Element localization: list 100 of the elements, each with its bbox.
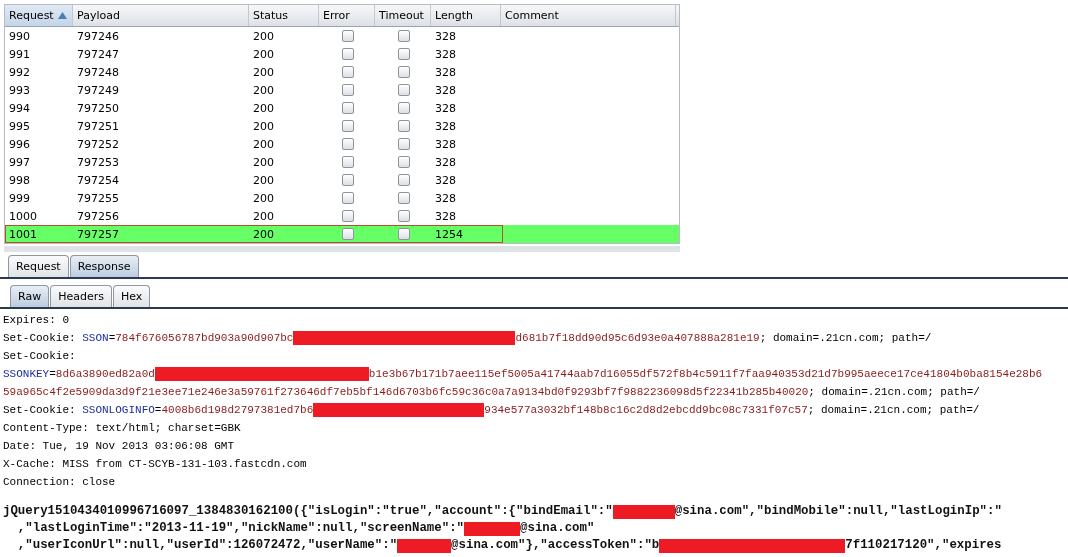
response-text: ; domain=.21cn.com; path=/ [759, 331, 932, 346]
table-row[interactable]: 994 797250 200 328 [5, 99, 679, 117]
table-cell: 994 [9, 101, 30, 115]
table-cell: 200 [253, 29, 274, 43]
table-cell: 200 [253, 155, 274, 169]
tab[interactable]: Request [8, 255, 69, 277]
table-row[interactable]: 990 797246 200 328 [5, 27, 679, 45]
column-header[interactable]: Request [5, 5, 73, 26]
cookie-value: d681b7f18dd90d95c6d93e0a407888a281e19 [515, 331, 760, 346]
table-row[interactable]: 991 797247 200 328 [5, 45, 679, 63]
checkbox[interactable] [342, 66, 354, 78]
table-cell: 328 [435, 209, 456, 223]
table-cell: 200 [253, 47, 274, 61]
table-cell: 1001 [9, 227, 37, 241]
tab[interactable]: Hex [112, 285, 151, 307]
table-row[interactable]: 993 797249 200 328 [5, 81, 679, 99]
cookie-value: 934e577a3032bf148b8c16c2d8d2ebcdd9bc08c7331f07c57 [484, 403, 808, 418]
redaction-bar [612, 504, 675, 519]
table-cell: 328 [435, 173, 456, 187]
tab[interactable]: Headers [50, 285, 112, 307]
response-body-text: ,"lastLoginTime":"2013-11-19","nickName":null,"screenName":" [16, 520, 464, 537]
table-cell: 797250 [77, 101, 119, 115]
sort-arrow-icon [58, 12, 67, 19]
table-cell: 797251 [77, 119, 119, 133]
tab[interactable]: Raw [10, 285, 50, 307]
response-text: ; domain=.21cn.com; path=/ [807, 403, 980, 418]
table-cell: 328 [435, 83, 456, 97]
table-cell: 993 [9, 83, 30, 97]
table-row[interactable]: 995 797251 200 328 [5, 117, 679, 135]
cookie-name: SSONKEY [3, 367, 50, 382]
table-cell: 1254 [435, 227, 463, 241]
column-header[interactable]: Timeout [375, 5, 431, 26]
checkbox[interactable] [342, 210, 354, 222]
table-row[interactable]: 997 797253 200 328 [5, 153, 679, 171]
table-cell: 991 [9, 47, 30, 61]
checkbox[interactable] [398, 192, 410, 204]
response-text: Set-Cookie: [3, 403, 77, 418]
table-cell: 328 [435, 191, 456, 205]
response-body-text: @sina.com","bindMobile":null,"lastLoginIp":" [674, 503, 1002, 520]
checkbox[interactable] [398, 174, 410, 186]
column-header[interactable]: Payload [73, 5, 249, 26]
table-cell: 328 [435, 101, 456, 115]
table-cell: 200 [253, 191, 274, 205]
checkbox[interactable] [398, 102, 410, 114]
cookie-value: 4008b6d198d2797381ed7b6 [161, 403, 314, 418]
response-text: Set-Cookie: [3, 331, 77, 346]
response-text: X-Cache: MISS from CT-SCYB-131-103.fastcdn.com [3, 457, 307, 472]
checkbox[interactable] [342, 138, 354, 150]
checkbox[interactable] [398, 120, 410, 132]
table-cell: 328 [435, 119, 456, 133]
checkbox[interactable] [342, 84, 354, 96]
response-body-text: @sina.com" [520, 520, 595, 537]
checkbox[interactable] [342, 156, 354, 168]
column-header[interactable]: Status [249, 5, 319, 26]
tab[interactable]: Response [69, 255, 139, 277]
column-header[interactable]: Comment [501, 5, 676, 26]
table-row[interactable]: 1001 797257 200 1254 [5, 225, 679, 243]
checkbox[interactable] [342, 192, 354, 204]
table-row[interactable]: 992 797248 200 328 [5, 63, 679, 81]
table-cell: 200 [253, 101, 274, 115]
column-header[interactable]: Length [431, 5, 501, 26]
table-cell: 200 [253, 119, 274, 133]
table-cell: 992 [9, 65, 30, 79]
checkbox[interactable] [342, 30, 354, 42]
checkbox[interactable] [342, 102, 354, 114]
checkbox[interactable] [398, 228, 410, 240]
table-cell: 797247 [77, 47, 119, 61]
column-header[interactable]: Error [319, 5, 375, 26]
cookie-name: SSON [82, 331, 109, 346]
response-text: ; domain=.21cn.com; path=/ [808, 385, 980, 400]
table-cell: 998 [9, 173, 30, 187]
cookie-value: 784f676056787bd903a90d907bc [115, 331, 294, 346]
response-text: Expires: 0 [3, 313, 69, 328]
table-cell: 328 [435, 155, 456, 169]
checkbox[interactable] [398, 138, 410, 150]
checkbox[interactable] [398, 48, 410, 60]
cookie-value: 59a965c4f2e5909da3d9f21e3ee71e246e3a59761f273646df7eb5bf146d6703b6fc59c36c0a7a9134bd0f9293bf7f9882236098d5f22341b285b40020 [3, 385, 809, 400]
response-text: = [154, 403, 162, 418]
table-row[interactable]: 999 797255 200 328 [5, 189, 679, 207]
checkbox[interactable] [342, 174, 354, 186]
table-row[interactable]: 998 797254 200 328 [5, 171, 679, 189]
table-cell: 997 [9, 155, 30, 169]
table-cell: 797252 [77, 137, 119, 151]
table-row[interactable]: 996 797252 200 328 [5, 135, 679, 153]
table-cell: 200 [253, 137, 274, 151]
table-cell: 990 [9, 29, 30, 43]
table-cell: 797248 [77, 65, 119, 79]
checkbox[interactable] [342, 48, 354, 60]
table-cell: 797249 [77, 83, 119, 97]
table-row[interactable]: 1000 797256 200 328 [5, 207, 679, 225]
table-cell: 1000 [9, 209, 37, 223]
checkbox[interactable] [398, 66, 410, 78]
table-cell: 797255 [77, 191, 119, 205]
checkbox[interactable] [398, 30, 410, 42]
checkbox[interactable] [342, 120, 354, 132]
table-cell: 200 [253, 65, 274, 79]
checkbox[interactable] [398, 210, 410, 222]
checkbox[interactable] [398, 84, 410, 96]
checkbox[interactable] [398, 156, 410, 168]
checkbox[interactable] [342, 228, 354, 240]
